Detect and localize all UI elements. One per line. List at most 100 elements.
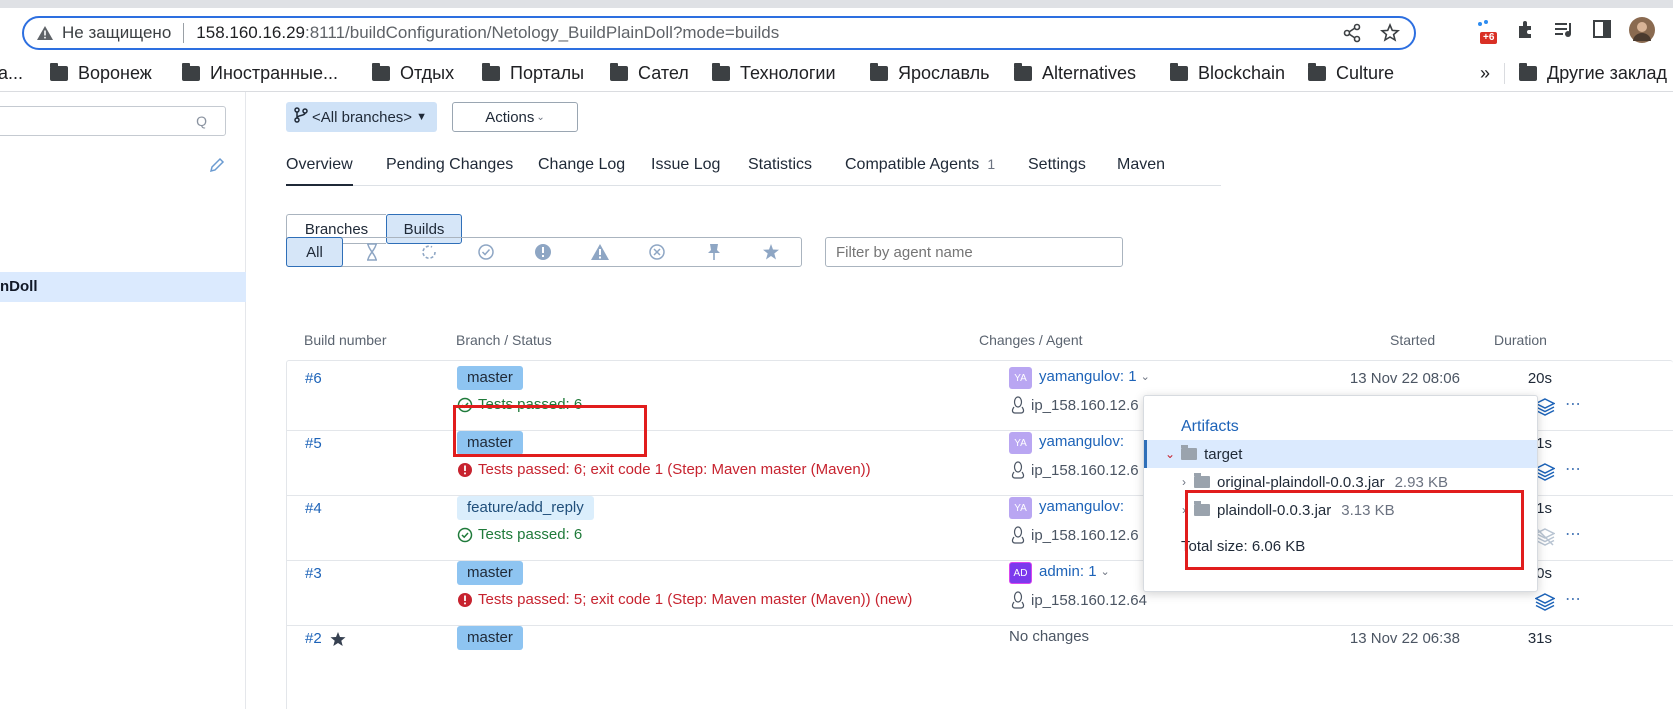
puzzle-icon[interactable]	[1515, 18, 1537, 40]
agent-link[interactable]: ip_158.160.12.6	[1011, 396, 1139, 414]
duration: 20s	[1527, 370, 1552, 387]
bookmark-folder[interactable]: Порталы	[482, 63, 584, 84]
build-number-link[interactable]: #2	[305, 630, 346, 647]
bookmark-folder[interactable]: Технологии	[712, 63, 836, 84]
pencil-icon[interactable]	[208, 156, 226, 178]
search-icon[interactable]: Q	[196, 113, 207, 129]
build-status[interactable]: Tests passed: 5; exit code 1 (Step: Mave…	[457, 591, 912, 608]
failed-icon[interactable]	[514, 238, 571, 266]
build-number-link[interactable]: #6	[305, 370, 322, 387]
tab-maven[interactable]: Maven	[1117, 156, 1165, 186]
artifact-folder-row[interactable]: ⌄ target	[1144, 440, 1537, 468]
actions-button[interactable]: Actions ⌄	[452, 102, 578, 132]
build-status[interactable]: Tests passed: 6	[457, 526, 582, 543]
star-icon	[330, 631, 346, 646]
sidebar-search-input[interactable]: Q	[0, 106, 226, 136]
side-panel-icon[interactable]	[1591, 18, 1613, 40]
changes-link[interactable]: yamangulov: 1 ⌄	[1039, 368, 1150, 385]
more-icon[interactable]: ⋯	[1565, 524, 1582, 544]
folder-icon	[1014, 63, 1032, 81]
agent-link[interactable]: ip_158.160.12.6	[1011, 526, 1139, 544]
artifacts-icon[interactable]	[1534, 593, 1556, 615]
tab-change-log[interactable]: Change Log	[538, 156, 625, 186]
hourglass-icon[interactable]	[343, 238, 400, 266]
bookmark-folder[interactable]: Сател	[610, 63, 689, 84]
artifact-folder-name: target	[1204, 445, 1243, 463]
build-number-link[interactable]: #3	[305, 565, 322, 582]
other-bookmarks[interactable]: Другие заклад	[1504, 63, 1667, 84]
tab-issue-log[interactable]: Issue Log	[651, 156, 720, 186]
branch-icon	[294, 107, 308, 127]
branch-badge[interactable]: master	[457, 561, 523, 585]
sidebar-item-selected[interactable]: nDoll	[0, 272, 246, 302]
branch-selector-button[interactable]: <All branches> ▼	[286, 102, 437, 132]
chevron-down-icon[interactable]: ⌄	[1165, 447, 1175, 461]
tab-compatible-agents[interactable]: Compatible Agents 1	[845, 156, 995, 186]
branch-badge[interactable]: feature/add_reply	[457, 496, 594, 520]
cancelled-icon[interactable]	[628, 238, 685, 266]
pin-icon[interactable]	[685, 238, 742, 266]
bookmark-folder[interactable]: Отдых	[372, 63, 454, 84]
duration: 31s	[1527, 630, 1552, 647]
linux-icon	[1011, 591, 1025, 609]
chevron-right-icon[interactable]: ›	[1182, 475, 1186, 489]
bookmark-folder[interactable]: Ярославль	[870, 63, 990, 84]
success-icon	[457, 527, 473, 542]
success-icon[interactable]	[457, 238, 514, 266]
artifact-file-name[interactable]: original-plaindoll-0.0.3.jar	[1217, 474, 1385, 491]
artifacts-title[interactable]: Artifacts	[1181, 418, 1239, 436]
build-status[interactable]: Tests passed: 6; exit code 1 (Step: Mave…	[457, 461, 871, 478]
address-bar[interactable]: Не защищено 158.160.16.29:8111/buildConf…	[22, 16, 1416, 50]
tab-statistics[interactable]: Statistics	[748, 156, 812, 186]
security-label[interactable]: Не защищено	[62, 23, 171, 43]
agent-link[interactable]: ip_158.160.12.64	[1011, 591, 1147, 609]
bookmark-folder[interactable]: Alternatives	[1014, 63, 1136, 84]
artifacts-icon[interactable]	[1534, 398, 1556, 420]
col-build-number[interactable]: Build number	[304, 332, 387, 348]
star-icon[interactable]	[742, 238, 799, 266]
agent-link[interactable]: ip_158.160.12.6	[1011, 461, 1139, 479]
warning-icon[interactable]	[571, 238, 628, 266]
branch-badge[interactable]: master	[457, 366, 523, 390]
branch-badge[interactable]: master	[457, 626, 523, 650]
build-number-link[interactable]: #4	[305, 500, 322, 517]
folder-icon	[870, 63, 888, 81]
more-icon[interactable]: ⋯	[1565, 394, 1582, 414]
bookmark-item[interactable]: а...	[0, 63, 23, 84]
share-icon[interactable]	[1342, 23, 1362, 47]
media-queue-icon[interactable]	[1553, 18, 1575, 40]
bookmark-folder[interactable]: Blockchain	[1170, 63, 1285, 84]
artifacts-disabled-icon	[1534, 528, 1556, 550]
running-icon[interactable]	[400, 238, 457, 266]
changes-link[interactable]: yamangulov:	[1039, 498, 1124, 515]
more-icon[interactable]: ⋯	[1565, 459, 1582, 479]
browser-chrome: Не защищено 158.160.16.29:8111/buildConf…	[0, 0, 1673, 92]
star-bookmark-icon[interactable]	[1379, 22, 1401, 47]
bookmark-folder[interactable]: Culture	[1308, 63, 1394, 84]
folder-icon	[1308, 63, 1326, 81]
tab-overview[interactable]: Overview	[286, 156, 353, 186]
changes-link[interactable]: yamangulov:	[1039, 433, 1124, 450]
bookmark-folder[interactable]: Воронеж	[50, 63, 152, 84]
error-icon	[458, 592, 472, 607]
artifacts-icon[interactable]	[1534, 463, 1556, 485]
folder-icon	[712, 63, 730, 81]
bookmark-folder[interactable]: Иностранные...	[182, 63, 338, 84]
error-icon	[458, 462, 472, 477]
bookmarks-overflow[interactable]: »	[1480, 63, 1490, 84]
changes-link[interactable]: admin: 1 ⌄	[1039, 563, 1110, 580]
url-text[interactable]: 158.160.16.29:8111/buildConfiguration/Ne…	[196, 23, 779, 43]
actions-label: Actions	[485, 108, 535, 126]
agent-filter-input[interactable]	[825, 237, 1123, 267]
tab-settings[interactable]: Settings	[1028, 156, 1086, 186]
tab-pending-changes[interactable]: Pending Changes	[386, 156, 513, 186]
profile-avatar[interactable]	[1628, 16, 1656, 44]
col-started[interactable]: Started	[1390, 332, 1435, 348]
warning-icon[interactable]	[36, 24, 54, 42]
col-duration[interactable]: Duration	[1494, 332, 1547, 348]
more-icon[interactable]: ⋯	[1565, 589, 1582, 609]
folder-icon	[1519, 63, 1537, 81]
build-number-link[interactable]: #5	[305, 435, 322, 452]
artifact-file-size: 2.93 KB	[1394, 473, 1448, 491]
filter-all-button[interactable]: All	[286, 237, 343, 267]
